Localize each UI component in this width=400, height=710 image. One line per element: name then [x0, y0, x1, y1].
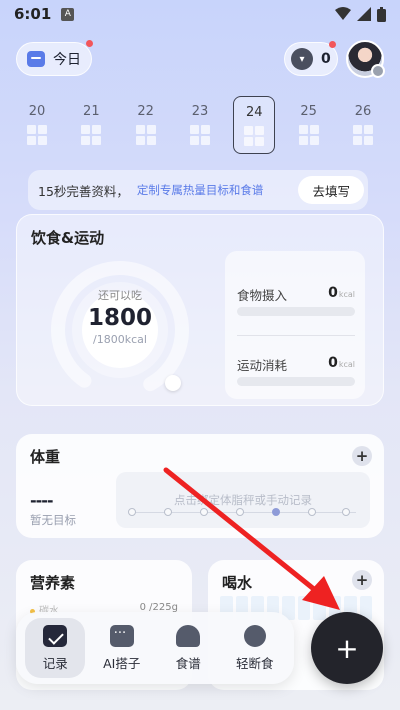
bottom-nav: 记录 AI搭子 食谱 轻断食 [16, 612, 294, 684]
date-number: 24 [246, 105, 263, 120]
date-number: 20 [28, 104, 46, 119]
weight-goal: 暂无目标 [30, 513, 76, 527]
ring-knob [165, 375, 181, 391]
date-cell-20[interactable]: 20 [16, 96, 58, 154]
date-cell-25[interactable]: 25 [288, 96, 330, 154]
date-number: 22 [137, 104, 154, 119]
weight-chart-dot [236, 508, 244, 516]
top-row: 今日 ▾ 0 [16, 40, 385, 78]
add-water-button[interactable]: + [352, 570, 372, 590]
date-number: 23 [191, 104, 209, 119]
meal-grid-icon [27, 125, 47, 145]
date-cell-24[interactable]: 24 [233, 96, 276, 154]
date-cell-22[interactable]: 22 [125, 96, 167, 154]
exercise-row: 运动消耗 0kcal [237, 355, 355, 374]
weight-chart-dot [200, 508, 208, 516]
banner-title: 15秒完善资料， [38, 183, 129, 199]
weight-chart-dot [308, 508, 316, 516]
diet-card-title: 饮食&运动 [31, 229, 105, 247]
status-icons [335, 6, 386, 22]
exercise-value: 0kcal [328, 355, 355, 371]
weight-chart-dot-today [272, 508, 280, 516]
weight-chart-dot [164, 508, 172, 516]
calendar-check-icon [43, 624, 68, 647]
fill-in-button[interactable]: 去填写 [298, 176, 364, 204]
banner-subtitle: 定制专属热量目标和食谱 [136, 183, 264, 197]
chef-hat-icon [176, 624, 201, 647]
exercise-bar [237, 377, 355, 386]
food-intake-bar [237, 307, 355, 316]
today-label: 今日 [53, 52, 81, 68]
today-button[interactable]: 今日 [16, 42, 92, 76]
chat-bubble-icon [109, 624, 134, 647]
calendar-icon [27, 51, 45, 67]
weight-chart-dot [342, 508, 350, 516]
profile-banner[interactable]: 15秒完善资料， 定制专属热量目标和食谱 去填写 [28, 170, 368, 210]
today-notification-dot [86, 40, 93, 47]
avatar[interactable] [346, 40, 385, 78]
weight-title: 体重 [30, 448, 61, 466]
meal-grid-icon [352, 125, 373, 145]
date-strip: 20 21 22 23 24 25 26 [16, 96, 384, 154]
food-intake-row: 食物摄入 0kcal [237, 285, 355, 304]
add-record-fab[interactable]: + [311, 612, 383, 684]
date-cell-26[interactable]: 26 [342, 96, 384, 154]
nav-fasting-label: 轻断食 [235, 655, 274, 671]
status-bar: 6:01 A [0, 0, 400, 28]
food-intake-value: 0kcal [328, 285, 355, 301]
nav-fasting[interactable]: 轻断食 [225, 618, 285, 678]
meal-grid-icon [135, 125, 156, 145]
plus-icon: + [335, 631, 359, 665]
add-weight-button[interactable]: + [352, 446, 372, 466]
remaining-total: /1800kcal [93, 333, 147, 346]
basket-notification-dot [329, 41, 336, 48]
wifi-icon [335, 7, 351, 20]
meal-grid-icon [81, 125, 102, 145]
meal-grid-icon [189, 125, 210, 145]
nutrition-title: 营养素 [30, 574, 76, 592]
intake-panel: 食物摄入 0kcal 运动消耗 0kcal [225, 251, 365, 399]
nav-ai-buddy-label: AI搭子 [103, 655, 141, 671]
weight-hint: 点击绑定体脂秤或手动记录 [174, 493, 312, 507]
date-number: 26 [354, 104, 372, 119]
exercise-label: 运动消耗 [237, 358, 288, 373]
verified-shield-icon [371, 64, 385, 78]
weight-chart[interactable]: 点击绑定体脂秤或手动记录 [116, 472, 370, 528]
date-number: 21 [83, 104, 100, 119]
nav-recipes-label: 食谱 [175, 655, 201, 671]
date-cell-23[interactable]: 23 [179, 96, 221, 154]
nav-ai-buddy[interactable]: AI搭子 [92, 618, 152, 678]
nav-record[interactable]: 记录 [25, 618, 86, 678]
battery-icon [377, 6, 386, 22]
basket-count: 0 [321, 51, 331, 67]
signal-icon [357, 7, 371, 21]
food-intake-label: 食物摄入 [237, 288, 288, 303]
notification-a-icon: A [61, 7, 75, 21]
meal-grid-icon [244, 126, 265, 146]
ring-text: 还可以吃 1800 /1800kcal [45, 287, 195, 346]
nav-recipes[interactable]: 食谱 [158, 618, 218, 678]
nav-record-label: 记录 [42, 655, 68, 671]
weight-chart-dot [128, 508, 136, 516]
meal-grid-icon [298, 125, 319, 145]
basket-icon: ▾ [291, 48, 313, 70]
date-number: 25 [300, 104, 317, 119]
panel-divider [237, 335, 355, 336]
date-cell-21[interactable]: 21 [70, 96, 112, 154]
clock: 6:01 [14, 5, 52, 23]
weight-value: ---- [30, 491, 54, 510]
stopwatch-icon [243, 624, 266, 647]
water-title: 喝水 [222, 574, 253, 592]
weight-card[interactable]: 体重 + ---- 暂无目标 点击绑定体脂秤或手动记录 [16, 434, 384, 538]
remaining-value: 1800 [87, 305, 152, 331]
diet-exercise-card[interactable]: 饮食&运动 还可以吃 1800 /1800kcal 食物摄入 0kcal 运动消… [16, 214, 384, 406]
remaining-label: 还可以吃 [98, 289, 142, 302]
